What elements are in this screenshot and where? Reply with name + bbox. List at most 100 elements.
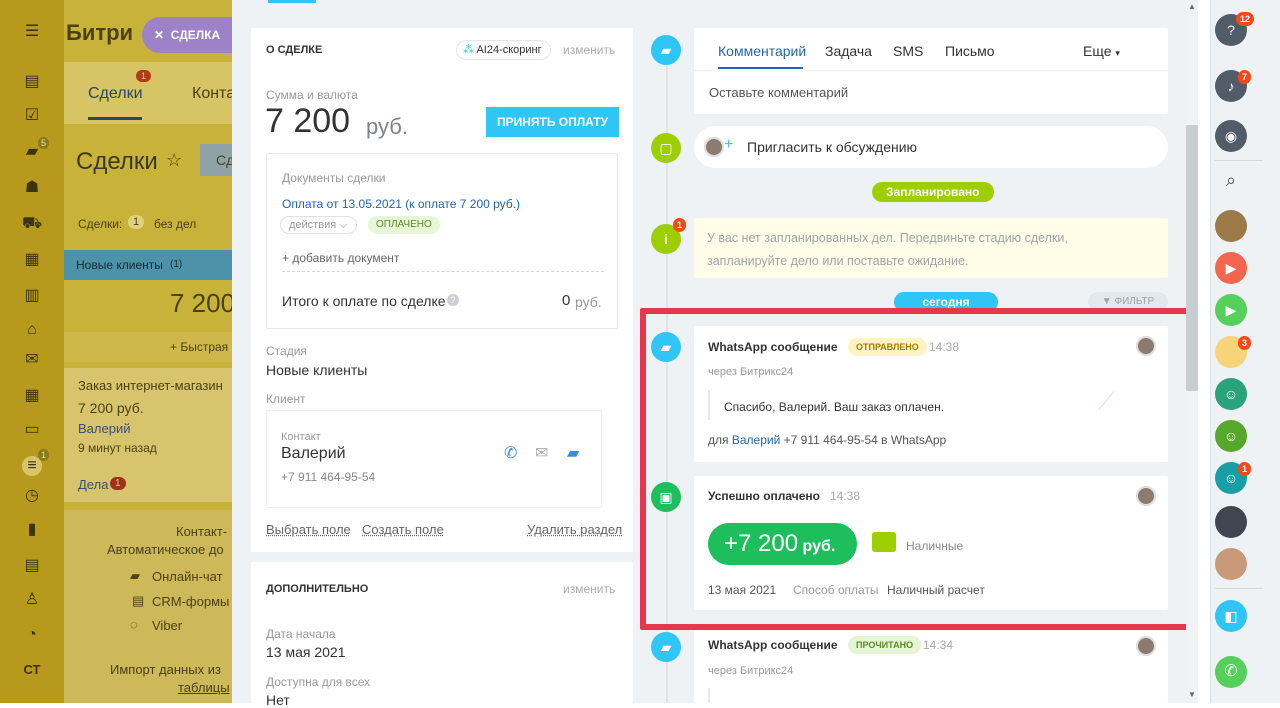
clock-icon[interactable]: ◷ [22, 486, 42, 506]
close-label: СДЕЛКА [170, 28, 221, 42]
deal-card-tasks[interactable]: Дела [78, 477, 108, 492]
online-chat[interactable]: Онлайн-чат [152, 569, 223, 584]
available-value[interactable]: Нет [266, 692, 290, 708]
filter-funnel-icon: ▼ [1101, 296, 1112, 307]
scrollbar[interactable]: ▲ ▼ [1186, 0, 1198, 703]
delete-section-link[interactable]: Удалить раздел [527, 522, 622, 537]
star-icon[interactable]: ☆ [166, 150, 182, 171]
mail-icon[interactable]: ✉ [535, 443, 548, 463]
accept-payment-button[interactable]: ПРИНЯТЬ ОПЛАТУ [486, 107, 619, 137]
chat-bubble-icon[interactable]: ▰ [567, 443, 579, 463]
tab-sms[interactable]: SMS [893, 43, 923, 59]
phone-call-icon[interactable]: ✆ [1215, 656, 1247, 688]
wa-title: WhatsApp сообщение [708, 638, 838, 652]
contacts-icon[interactable]: ▤ [22, 556, 42, 576]
viber-icon: ◌ [130, 617, 138, 632]
feed-icon[interactable]: ▤ [22, 72, 42, 92]
auto-label: Автоматическое до [107, 542, 224, 557]
documents-box: Документы сделки Оплата от 13.05.2021 (к… [266, 153, 618, 329]
user-icon[interactable]: ☺ [1215, 378, 1247, 410]
phone-icon[interactable]: ✆ [504, 443, 517, 463]
left-sidebar: ☰ ▤ ☑ ▰ 5 ☗ ⛟ ▦ ▥ ⌂ ✉ ▦ ▭ ≡ 1 ◷ ▮ ▤ ♙ ◔ … [0, 0, 64, 703]
time-icon[interactable]: ◔ [22, 625, 42, 645]
import-tables[interactable]: таблицы [178, 680, 230, 695]
client-card: Контакт Валерий +7 911 464-95-54 ✆ ✉ ▰ [266, 410, 602, 508]
scroll-down-icon[interactable]: ▼ [1188, 690, 1196, 699]
more-label: Еще [1083, 43, 1112, 59]
close-slider-button[interactable]: ✕ СДЕЛКА [142, 17, 234, 53]
whatsapp-message-card: WhatsApp сообщение ПРОЧИТАНО 14:34 через… [694, 626, 1168, 703]
no-planned-text: У вас нет запланированных дел. Передвинь… [707, 231, 1068, 268]
portal-title: Битри [66, 20, 134, 45]
disk-icon[interactable]: ⌂ [22, 320, 42, 340]
deal-card-tasks-badge: 1 [110, 477, 126, 490]
avatar[interactable] [1215, 548, 1247, 580]
payment-link[interactable]: Оплата от 13.05.2021 (к оплате 7 200 руб… [282, 197, 520, 211]
total-currency: руб. [575, 294, 602, 310]
scroll-up-icon[interactable]: ▲ [1188, 2, 1196, 11]
avatar[interactable] [1215, 210, 1247, 242]
wa-via: через Битрикс24 [708, 665, 794, 677]
actions-dropdown[interactable]: действия ⌵ [280, 216, 357, 234]
tab-task[interactable]: Задача [825, 43, 872, 59]
help-icon[interactable]: ? [447, 294, 459, 306]
apps-icon[interactable]: ▦ [22, 386, 42, 406]
window-icon[interactable]: ▭ [22, 420, 42, 440]
shop-icon[interactable]: ⛟ [22, 214, 42, 234]
sites-icon[interactable]: ♙ [22, 590, 42, 610]
timeman-icon[interactable]: ◧ [1215, 600, 1247, 632]
invite-card[interactable]: + Пригласить к обсуждению [694, 126, 1168, 168]
filter-badge: 1 [38, 449, 50, 461]
video-call-icon[interactable]: ▶ [1215, 252, 1247, 284]
tab-comment[interactable]: Комментарий [718, 43, 806, 59]
create-field-link[interactable]: Создать поле [362, 522, 444, 537]
deal-card-time: 9 минут назад [78, 441, 157, 455]
scroll-thumb[interactable] [1186, 125, 1198, 391]
avatar-badge: 3 [1238, 336, 1252, 350]
chat-icon-bg: ▰ [130, 568, 140, 583]
quick-add[interactable]: + Быстрая [170, 340, 228, 354]
user-icon[interactable]: ☺ [1215, 420, 1247, 452]
groups-icon[interactable]: ☗ [22, 178, 42, 198]
search-icon[interactable]: ⌕ [1215, 164, 1247, 196]
messages-icon[interactable]: ◉ [1215, 120, 1247, 152]
caret-down-icon: ▾ [1115, 48, 1120, 58]
scoring-button[interactable]: ⁂ AI24-скоринг [456, 40, 551, 60]
viber[interactable]: Viber [152, 618, 182, 633]
comment-input[interactable]: Оставьте комментарий [709, 85, 848, 100]
stats-icon[interactable]: ▮ [22, 520, 42, 540]
store-icon[interactable]: ▦ [22, 250, 42, 270]
tab-contacts[interactable]: Конта [192, 85, 235, 103]
mail-icon[interactable]: ✉ [22, 350, 42, 370]
chat-badge: 5 [38, 137, 50, 149]
contact-name[interactable]: Валерий [281, 445, 346, 463]
bell-badge: 7 [1238, 70, 1252, 84]
add-document-link[interactable]: + добавить документ [282, 251, 399, 265]
start-value[interactable]: 13 мая 2021 [266, 644, 346, 660]
stage-value[interactable]: Новые клиенты [266, 362, 367, 378]
available-label: Доступна для всех [266, 675, 371, 689]
close-icon: ✕ [154, 28, 165, 42]
contact-phone[interactable]: +7 911 464-95-54 [281, 470, 375, 484]
tab-deals[interactable]: Сделки [88, 85, 143, 103]
edit-link[interactable]: изменить [563, 582, 615, 596]
stage-name: Новые клиенты [76, 258, 163, 272]
sum-value: 7 200 [265, 102, 351, 140]
tab-more[interactable]: Еще ▾ [1083, 43, 1120, 59]
crm-forms[interactable]: CRM-формы [152, 594, 229, 609]
avatar[interactable] [1215, 506, 1247, 538]
wa-time: 14:34 [923, 638, 954, 652]
stage-sum: 7 200 [170, 288, 236, 318]
select-field-link[interactable]: Выбрать поле [266, 522, 351, 537]
docs-label: Документы сделки [282, 171, 386, 185]
tab-email[interactable]: Письмо [945, 43, 995, 59]
scoring-icon: ⁂ [463, 44, 474, 56]
deal-card-title[interactable]: Заказ интернет-магазин [78, 378, 223, 393]
deal-card-contact[interactable]: Валерий [78, 421, 130, 436]
calendar-icon[interactable]: ▥ [22, 286, 42, 306]
edit-link[interactable]: изменить [563, 43, 615, 57]
menu-icon[interactable]: ☰ [22, 22, 42, 42]
tasks-icon[interactable]: ☑ [22, 106, 42, 126]
video-call-icon[interactable]: ▶ [1215, 294, 1247, 326]
counter-label: Сделки: [78, 217, 123, 231]
